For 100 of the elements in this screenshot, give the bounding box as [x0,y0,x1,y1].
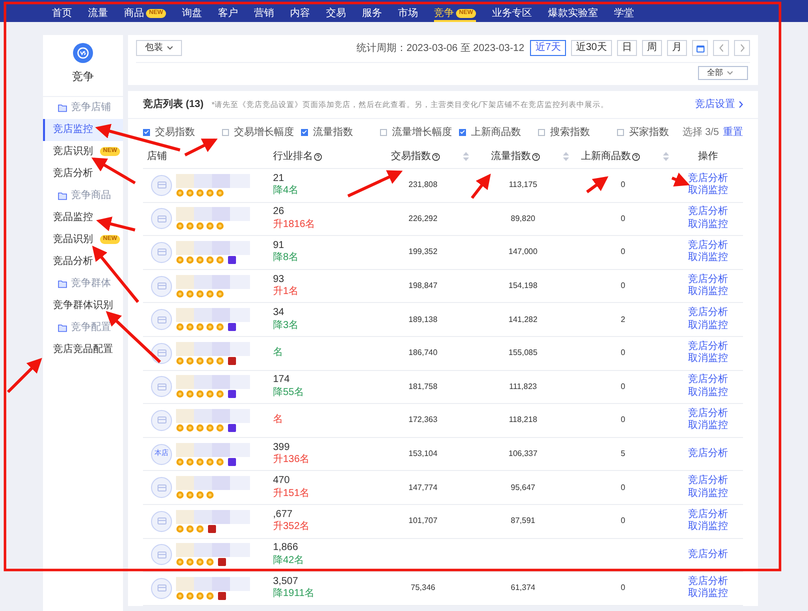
sort-icon[interactable] [463,152,469,161]
action-link[interactable]: 取消监控 [688,521,728,534]
nav-tab[interactable]: 交易 [326,6,346,22]
reset-link[interactable]: 重置 [723,124,743,140]
action-link[interactable]: 取消监控 [688,386,728,400]
rank-value: 91 [273,240,286,252]
rating-dot-icon [186,524,194,533]
shop-avatar [151,174,172,196]
action-link[interactable]: 竞店分析 [688,508,728,522]
rank-change: 降4名 [273,185,300,198]
range-button[interactable]: 月 [667,40,687,56]
selection-count: 选择 3/5 [682,126,719,140]
nav-tab[interactable]: 客户 [218,6,238,22]
traffic-index: 155,085 [508,348,538,358]
rating-dot-icon [176,458,184,466]
sidebar-title: 竞争 [72,70,94,85]
settings-link[interactable]: 竞店设置 [695,97,743,112]
calendar-button[interactable] [692,40,708,56]
action-link[interactable]: 竞店分析 [688,548,728,562]
checkbox[interactable] [538,128,545,136]
previous-button[interactable] [713,40,729,56]
nav-tab[interactable]: 市场 [398,6,418,22]
action-link[interactable]: 取消监控 [688,252,728,265]
rating-dot-icon [206,356,214,365]
column-header: 行业排名 [273,150,313,164]
traffic-index: 111,823 [509,382,537,391]
action-link[interactable]: 取消监控 [688,488,728,500]
trade-index: 101,707 [408,516,438,526]
nav-tab[interactable]: 服务 [362,6,382,22]
rating-dot-icon [196,323,204,332]
action-link[interactable]: 竞店分析 [688,374,728,387]
nav-tab[interactable]: 内容 [290,6,310,22]
action-link[interactable]: 竞店分析 [688,274,728,286]
sidebar-item[interactable]: 竞品监控 [43,206,123,228]
action-link[interactable]: 竞店分析 [688,448,728,460]
scope-dropdown[interactable]: 全部 [698,66,748,80]
action-link[interactable]: 取消监控 [688,320,728,332]
checkbox[interactable] [222,128,229,136]
trade-index: 153,104 [408,449,438,458]
shop-avatar [151,342,172,364]
range-button[interactable]: 近7天 [530,40,566,56]
action-link[interactable]: 竞店分析 [688,340,728,354]
rating-dot-icon [196,188,204,197]
nav-tab[interactable]: 爆款实验室 [548,6,598,22]
rating-dot-icon [186,592,194,600]
range-button[interactable]: 周 [642,40,662,56]
traffic-index: 106,337 [508,449,538,458]
nav-tab[interactable]: 营销 [254,6,274,22]
sidebar-item[interactable]: 竞店竞品配置 [43,338,123,360]
range-button[interactable]: 日 [617,40,637,56]
range-button[interactable]: 近30天 [570,40,612,56]
rating-dot-icon [176,356,184,365]
checkbox[interactable] [459,128,466,136]
checkbox[interactable] [301,128,308,136]
action-link[interactable]: 取消监控 [688,588,728,601]
rating-dot-icon [216,222,224,230]
new-items-count: 0 [620,482,626,492]
action-link[interactable]: 竞店分析 [688,240,728,252]
rank-change: 降3名 [273,320,300,332]
action-link[interactable]: 取消监控 [688,218,728,232]
action-link[interactable]: 竞店分析 [688,475,728,488]
rank-change: 升352名 [273,521,311,534]
rank-value: 26 [273,206,286,218]
action-link[interactable]: 取消监控 [688,353,728,366]
nav-tab[interactable]: 业务专区 [492,6,532,22]
nav-tab[interactable]: 首页 [52,6,72,22]
sidebar-item[interactable]: 竞品分析 [43,250,123,272]
sort-icon[interactable] [663,152,669,161]
sort-icon[interactable] [563,152,569,161]
rating-dot-icon [186,390,194,398]
action-link[interactable]: 竞店分析 [688,206,728,219]
logo-icon [73,43,93,63]
action-link[interactable]: 竞店分析 [688,172,728,186]
action-link[interactable]: 竞店分析 [688,307,728,320]
trade-index: 189,138 [408,314,438,324]
nav-tab[interactable]: 询盘 [182,6,202,22]
shop-avatar [151,510,172,532]
sidebar-item[interactable]: 竞店分析 [43,162,123,184]
trade-index: 231,808 [408,180,438,190]
action-link[interactable]: 竞店分析 [688,576,728,588]
folder-icon [58,280,67,288]
action-link[interactable]: 取消监控 [688,185,728,198]
category-dropdown[interactable]: 包装 [136,40,182,56]
next-button[interactable] [734,40,750,56]
action-link[interactable]: 取消监控 [688,420,728,433]
trade-index: 198,847 [408,281,438,290]
nav-tab[interactable]: 流量 [88,6,108,22]
rank-change: 降55名 [273,386,306,400]
checkbox[interactable] [143,128,150,136]
rating-dot-icon [216,458,224,466]
sidebar-item[interactable]: 竞争群体识别 [43,294,123,316]
action-link[interactable]: 竞店分析 [688,408,728,420]
action-link[interactable]: 取消监控 [688,286,728,299]
nav-tab[interactable]: 学堂 [614,6,634,22]
rating-dot-icon [176,256,184,264]
checkbox[interactable] [380,128,387,136]
new-items-count: 0 [620,214,626,223]
new-items-count: 0 [620,281,626,290]
checkbox[interactable] [617,128,624,136]
sidebar-item[interactable]: 竞店监控 [43,118,123,140]
